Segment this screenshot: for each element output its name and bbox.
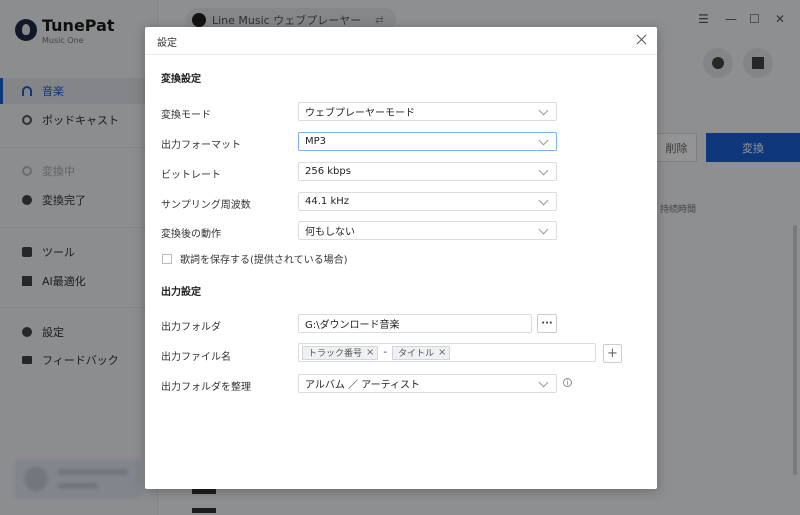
output-folder-label: 出力フォルダ bbox=[161, 322, 221, 333]
output-filename-label: 出力ファイル名 bbox=[161, 352, 231, 363]
dialog-title: 設定 bbox=[157, 38, 177, 49]
select-value: 44.1 kHz bbox=[305, 196, 350, 207]
filename-tag-field[interactable]: トラック番号 × - タイトル × bbox=[298, 343, 596, 362]
save-lyrics-label: 歌詞を保存する(提供されている場合) bbox=[180, 255, 348, 266]
tag-separator: - bbox=[383, 347, 388, 358]
chevron-down-icon bbox=[538, 105, 549, 116]
organize-folder-select[interactable]: アルバム ／ アーティスト bbox=[298, 374, 557, 393]
filename-tag[interactable]: トラック番号 × bbox=[302, 345, 379, 360]
select-value: ウェブプレーヤーモード bbox=[305, 108, 415, 119]
sample-rate-select[interactable]: 44.1 kHz bbox=[298, 192, 557, 211]
settings-dialog: 設定 変換設定 変換モード ウェブプレーヤーモード 出力フォーマット MP3 ビ… bbox=[145, 27, 657, 489]
select-value: MP3 bbox=[305, 136, 327, 147]
add-tag-button[interactable]: + bbox=[603, 344, 622, 363]
save-lyrics-checkbox[interactable] bbox=[162, 253, 172, 264]
organize-folder-label: 出力フォルダを整理 bbox=[161, 382, 251, 393]
info-icon[interactable]: i bbox=[563, 378, 572, 387]
save-lyrics-option[interactable]: 歌詞を保存する(提供されている場合) bbox=[162, 251, 348, 266]
conversion-mode-label: 変換モード bbox=[161, 110, 211, 121]
select-value: 何もしない bbox=[305, 227, 355, 238]
filename-tag[interactable]: タイトル × bbox=[392, 345, 451, 360]
output-section-title: 出力設定 bbox=[161, 287, 201, 298]
chevron-down-icon bbox=[538, 195, 549, 206]
chevron-down-icon bbox=[538, 224, 549, 235]
conversion-section-title: 変換設定 bbox=[161, 74, 201, 85]
after-conversion-label: 変換後の動作 bbox=[161, 229, 221, 240]
chevron-down-icon bbox=[538, 377, 549, 388]
chevron-down-icon bbox=[538, 135, 549, 146]
tag-label: トラック番号 bbox=[308, 349, 363, 359]
chevron-down-icon bbox=[538, 165, 549, 176]
after-conversion-select[interactable]: 何もしない bbox=[298, 221, 557, 240]
browse-folder-button[interactable]: ··· bbox=[537, 314, 557, 333]
bitrate-select[interactable]: 256 kbps bbox=[298, 162, 557, 181]
conversion-mode-select[interactable]: ウェブプレーヤーモード bbox=[298, 102, 557, 121]
close-icon[interactable] bbox=[635, 33, 649, 47]
output-format-label: 出力フォーマット bbox=[161, 140, 241, 151]
remove-tag-icon[interactable]: × bbox=[438, 347, 446, 358]
select-value: 256 kbps bbox=[305, 166, 351, 177]
dialog-header: 設定 bbox=[145, 27, 657, 55]
output-format-select[interactable]: MP3 bbox=[298, 132, 557, 151]
output-folder-input[interactable]: G:\ダウンロード音楽 bbox=[298, 314, 532, 333]
remove-tag-icon[interactable]: × bbox=[366, 347, 374, 358]
select-value: アルバム ／ アーティスト bbox=[305, 380, 421, 391]
bitrate-label: ビットレート bbox=[161, 170, 221, 181]
sample-rate-label: サンプリング周波数 bbox=[161, 200, 251, 211]
tag-label: タイトル bbox=[398, 349, 435, 359]
output-folder-value: G:\ダウンロード音楽 bbox=[305, 320, 400, 331]
